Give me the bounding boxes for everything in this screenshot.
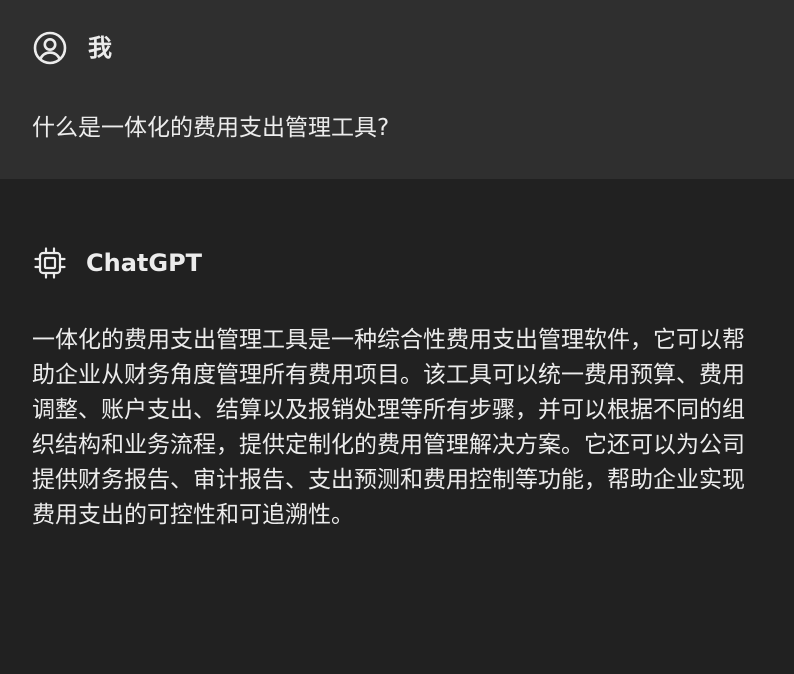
cpu-chip-icon <box>32 245 68 281</box>
assistant-sender-name: ChatGPT <box>86 249 203 277</box>
assistant-message-block: ChatGPT 一体化的费用支出管理工具是一种综合性费用支出管理软件，它可以帮助… <box>0 179 794 674</box>
user-message-block: 我 什么是一体化的费用支出管理工具? <box>0 0 794 179</box>
assistant-message-text: 一体化的费用支出管理工具是一种综合性费用支出管理软件，它可以帮助企业从财务角度管… <box>32 327 745 528</box>
user-circle-icon <box>32 30 68 66</box>
user-sender-name: 我 <box>88 34 112 62</box>
assistant-message-header: ChatGPT <box>32 245 202 281</box>
user-message-header: 我 <box>32 30 112 66</box>
user-message-text: 什么是一体化的费用支出管理工具? <box>32 115 390 141</box>
